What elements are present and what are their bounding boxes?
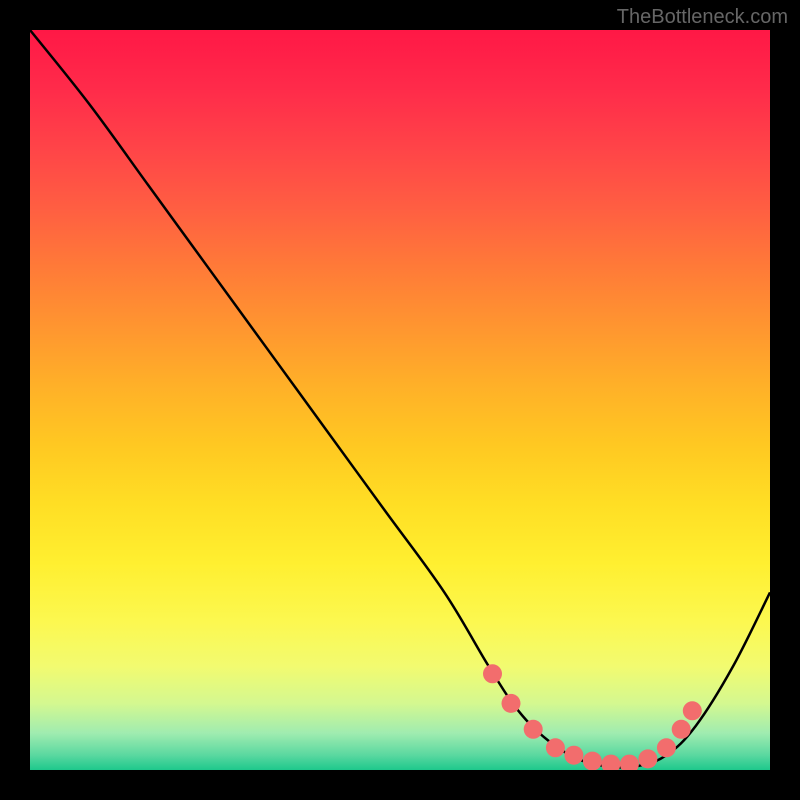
- watermark-text: TheBottleneck.com: [617, 6, 788, 29]
- curve-marker: [564, 746, 583, 765]
- curve-marker: [620, 755, 639, 770]
- curve-marker: [638, 749, 657, 768]
- curve-marker: [583, 752, 602, 770]
- curve-marker: [657, 738, 676, 757]
- curve-marker: [672, 720, 691, 739]
- curve-marker: [546, 738, 565, 757]
- curve-marker: [483, 664, 502, 683]
- chart-svg: [30, 30, 770, 770]
- curve-marker: [524, 720, 543, 739]
- chart-plot-area: [30, 30, 770, 770]
- curve-marker: [601, 755, 620, 770]
- curve-marker: [683, 701, 702, 720]
- curve-marker: [502, 694, 521, 713]
- marker-group: [483, 664, 702, 770]
- bottleneck-curve-path: [30, 30, 770, 768]
